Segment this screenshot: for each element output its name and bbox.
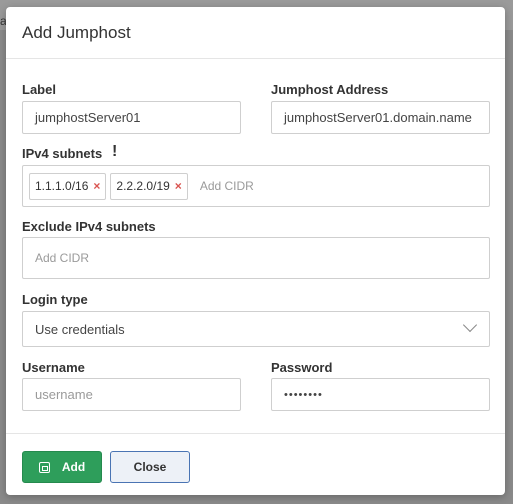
remove-tag-icon[interactable]: × — [175, 179, 182, 193]
chevron-down-icon — [462, 317, 478, 333]
address-input[interactable]: jumphostServer01.domain.name — [271, 101, 490, 134]
add-jumphost-dialog: Add Jumphost Label jumphostServer01 Jump… — [6, 7, 505, 495]
address-field-label: Jumphost Address — [271, 82, 389, 97]
ipv4-field-label: IPv4 subnets — [22, 146, 103, 161]
close-button-label: Close — [133, 460, 167, 474]
save-icon — [38, 461, 50, 473]
close-button[interactable]: Close — [110, 451, 190, 483]
password-input[interactable]: •••••••• — [271, 378, 490, 411]
password-field-label: Password — [271, 360, 333, 375]
exclude-field-label: Exclude IPv4 subnets — [22, 219, 156, 234]
remove-tag-icon[interactable]: × — [93, 179, 100, 193]
dialog-body: Label jumphostServer01 Jumphost Address … — [6, 59, 505, 432]
subnet-tag-label: 1.1.1.0/16 — [35, 179, 89, 193]
subnet-tag: 2.2.2.0/19 × — [110, 172, 188, 200]
subnet-tag-label: 2.2.2.0/19 — [116, 179, 170, 193]
add-button-label: Add — [61, 460, 86, 474]
login-type-field-label: Login type — [22, 292, 88, 307]
add-button[interactable]: Add — [22, 451, 102, 483]
login-type-select[interactable]: Use credentials — [22, 311, 490, 347]
dialog-header: Add Jumphost — [6, 7, 505, 59]
username-input[interactable]: username — [22, 378, 241, 411]
ipv4-add-cidr-placeholder[interactable]: Add CIDR — [200, 179, 254, 193]
label-field-label: Label — [22, 82, 56, 97]
exclude-subnets-input[interactable]: Add CIDR — [22, 237, 490, 279]
username-field-label: Username — [22, 360, 85, 375]
exclude-add-cidr-placeholder[interactable]: Add CIDR — [35, 251, 89, 265]
ipv4-subnets-input[interactable]: 1.1.1.0/16 × 2.2.2.0/19 × Add CIDR — [22, 165, 490, 207]
login-type-value: Use credentials — [35, 321, 125, 337]
label-input[interactable]: jumphostServer01 — [22, 101, 241, 134]
dialog-footer: Add Close — [6, 433, 505, 495]
exclamation-icon: ! — [112, 143, 118, 160]
dialog-title: Add Jumphost — [22, 22, 131, 42]
subnet-tag: 1.1.1.0/16 × — [29, 172, 107, 200]
